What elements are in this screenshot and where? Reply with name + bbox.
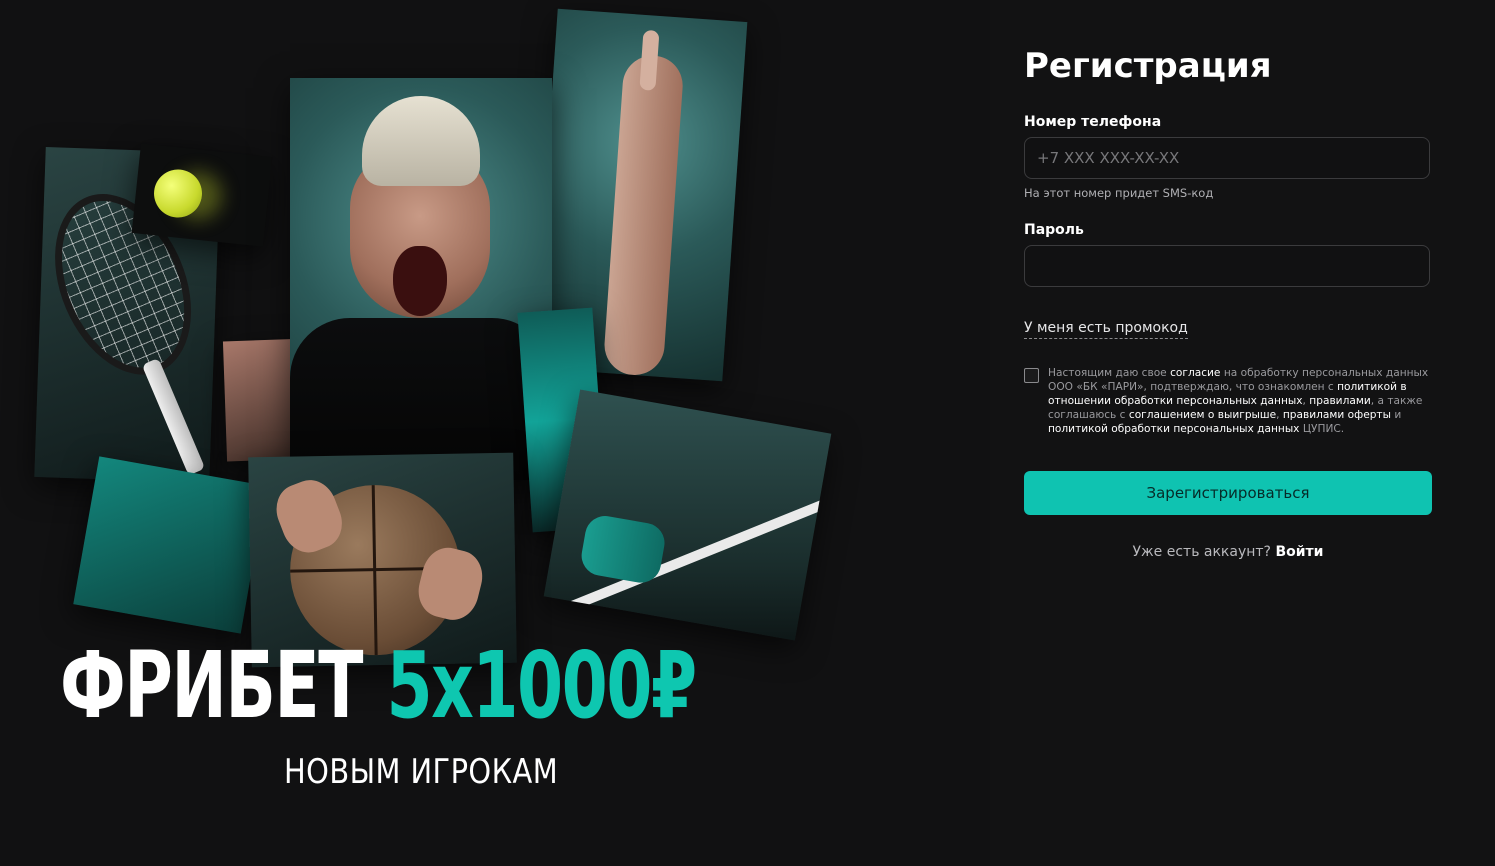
cupis-privacy-link[interactable]: политикой обработки персональных данных [1048, 423, 1299, 435]
rules-link[interactable]: правилами [1309, 395, 1370, 407]
page-title: Регистрация [1024, 46, 1272, 86]
consent-text: Настоящим даю свое согласие на обработку… [1048, 366, 1443, 436]
promo-headline: ФРИБЕТ 5x1000₽ [60, 640, 697, 732]
hockey-glove-image [578, 512, 668, 586]
password-label: Пароль [1024, 222, 1084, 238]
phone-label: Номер телефона [1024, 114, 1162, 130]
login-prompt: Уже есть аккаунт? [1132, 544, 1271, 560]
player-hair-image [362, 96, 480, 186]
password-input[interactable] [1024, 245, 1430, 287]
player-mouth-image [393, 246, 447, 316]
football-player-panel [290, 78, 552, 480]
register-button[interactable]: Зарегистрироваться [1024, 471, 1432, 515]
tennis-racket-handle-image [141, 357, 206, 476]
consent-text-part: и [1390, 409, 1402, 421]
promo-code-link[interactable]: У меня есть промокод [1024, 320, 1188, 339]
headline-freebet: ФРИБЕТ [60, 632, 363, 739]
hockey-panel [543, 389, 832, 641]
phone-input[interactable] [1024, 137, 1430, 179]
consent-text-part: Настоящим даю свое [1048, 367, 1171, 379]
tennis-ball-panel [131, 143, 273, 247]
consent-link[interactable]: согласие [1170, 367, 1220, 379]
registration-panel: Регистрация Номер телефона На этот номер… [990, 0, 1495, 866]
login-row: Уже есть аккаунт? Войти [1024, 544, 1432, 560]
consent-checkbox[interactable] [1024, 368, 1039, 383]
consent-text-part: , [1276, 409, 1283, 421]
raised-arm-image [602, 53, 685, 378]
phone-hint: На этот номер придет SMS-код [1024, 186, 1214, 200]
consent-text-part: ЦУПИС. [1299, 423, 1345, 435]
offer-rules-link[interactable]: правилами оферты [1283, 409, 1391, 421]
login-link[interactable]: Войти [1275, 544, 1323, 560]
promo-banner: ФРИБЕТ 5x1000₽ НОВЫМ ИГРОКАМ [0, 0, 990, 866]
jersey-strip-image [73, 456, 267, 634]
tennis-ball-image [151, 167, 205, 220]
promo-subline: НОВЫМ ИГРОКАМ [284, 752, 559, 792]
headline-amount: 5x1000₽ [386, 632, 697, 739]
winnings-agreement-link[interactable]: соглашением о выигрыше [1129, 409, 1276, 421]
